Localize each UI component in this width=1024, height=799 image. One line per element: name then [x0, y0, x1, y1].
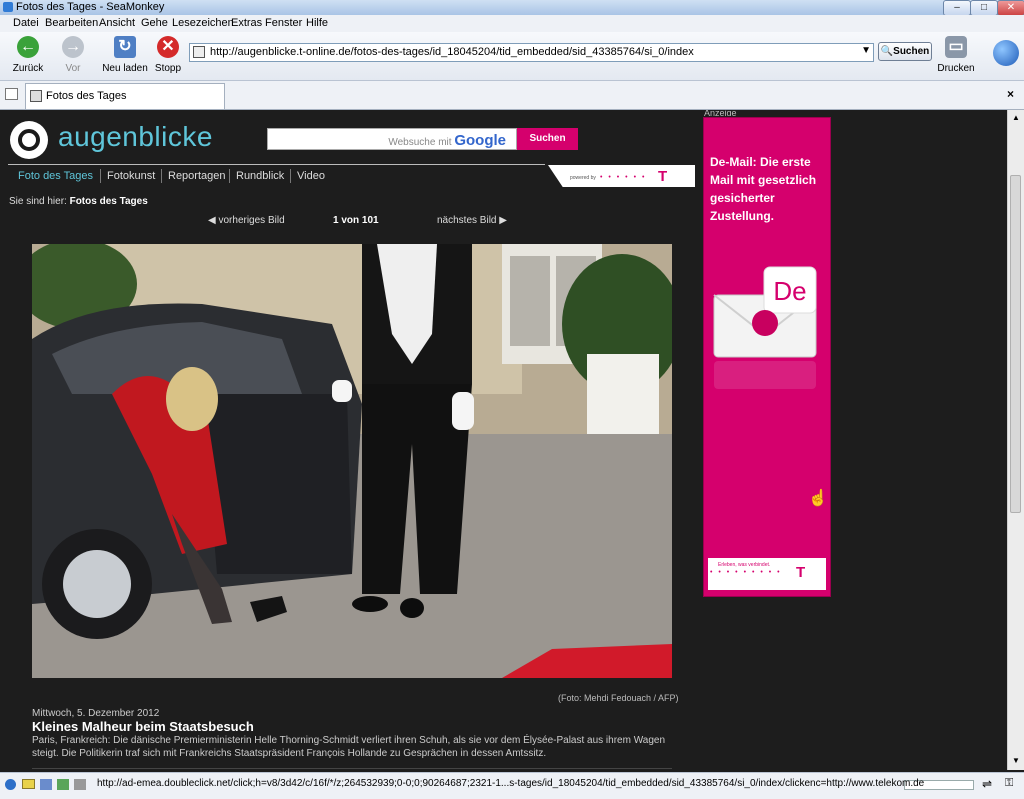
print-button[interactable]: ▭ Drucken [935, 34, 977, 76]
seamonkey-throbber-icon[interactable] [993, 40, 1019, 66]
menu-hilfe[interactable]: Hilfe [306, 17, 328, 29]
menu-datei[interactable]: Datei [13, 17, 39, 29]
websearch-label: Websuche mit [388, 137, 452, 148]
url-dropdown-icon[interactable]: ▼ [861, 45, 871, 56]
forward-button[interactable]: → Vor [55, 34, 91, 76]
photo-illustration [32, 244, 672, 678]
menu-bearbeiten[interactable]: Bearbeiten [45, 17, 98, 29]
menu-extras[interactable]: Extras [231, 17, 262, 29]
hand-cursor-icon: ☝ [808, 490, 828, 507]
image-counter: 1 von 101 [333, 215, 379, 226]
back-button[interactable]: ← Zurück [8, 34, 48, 76]
search-icon: 🔍 [880, 46, 894, 57]
site-nav: Foto des Tages Fotokunst Reportagen Rund… [8, 167, 548, 187]
nav-foto-des-tages[interactable]: Foto des Tages [18, 170, 93, 182]
close-tab-icon[interactable]: × [1007, 87, 1014, 101]
url-text: http://augenblicke.t-online.de/fotos-des… [210, 46, 694, 58]
stop-button[interactable]: ✕ Stopp [152, 34, 184, 76]
ad-headline[interactable]: De-Mail: Die erste Mail mit gesetzlich g… [710, 153, 830, 225]
site-search-button[interactable]: Suchen [517, 128, 578, 150]
article-headline: Kleines Malheur beim Staatsbesuch [32, 719, 254, 734]
photo-credit: (Foto: Mehdi Fedouach / AFP) [558, 693, 679, 703]
article-date: Mittwoch, 5. Dezember 2012 [32, 708, 160, 719]
new-tab-icon[interactable] [5, 88, 18, 100]
title-bar: Fotos des Tages - SeaMonkey – □ ✕ [0, 0, 1024, 16]
url-bar[interactable]: http://augenblicke.t-online.de/fotos-des… [189, 43, 874, 62]
websearch-input[interactable]: Websuche mit Google [267, 128, 517, 150]
page-favicon-icon [193, 46, 205, 58]
tab-fotos-des-tages[interactable]: Fotos des Tages [25, 83, 225, 109]
previous-image-link[interactable]: ◀ vorheriges Bild [208, 215, 285, 226]
maximize-button[interactable]: □ [970, 0, 998, 16]
stop-icon: ✕ [157, 36, 179, 58]
nav-reportagen[interactable]: Reportagen [168, 170, 226, 182]
menu-fenster[interactable]: Fenster [265, 17, 302, 29]
mail-icon[interactable] [22, 779, 35, 789]
nav-rundblick[interactable]: Rundblick [236, 170, 284, 182]
reload-button[interactable]: ↻ Neu laden [100, 34, 150, 76]
powered-by-telekom[interactable]: powered by • • • • • • T [548, 165, 695, 187]
article-body: Paris, Frankreich: Die dänische Premierm… [32, 735, 666, 759]
photo-of-the-day[interactable] [32, 244, 672, 678]
window-title: Fotos des Tages - SeaMonkey [16, 1, 165, 13]
online-plug-icon[interactable]: ⇌ [982, 777, 992, 791]
scroll-down-icon[interactable]: ▼ [1012, 756, 1020, 765]
menu-ansicht[interactable]: Ansicht [99, 17, 135, 29]
tab-favicon-icon [30, 90, 42, 102]
de-badge: De [773, 276, 806, 306]
forward-arrow-icon: → [62, 36, 84, 58]
menu-lesezeichen[interactable]: Lesezeichen [172, 17, 234, 29]
breadcrumb: Sie sind hier: Fotos des Tages [9, 196, 148, 207]
close-window-button[interactable]: ✕ [997, 0, 1024, 16]
telekom-t-icon: T [658, 168, 668, 185]
site-logo[interactable]: augenblicke [58, 121, 213, 153]
toolbar-search-button[interactable]: 🔍Suchen [878, 42, 932, 61]
scroll-up-icon[interactable]: ▲ [1012, 113, 1020, 122]
reload-icon: ↻ [114, 36, 136, 58]
minimize-button[interactable]: – [943, 0, 971, 16]
triangle-left-icon: ◀ [208, 215, 216, 226]
printer-icon: ▭ [945, 36, 967, 58]
triangle-right-icon: ▶ [499, 215, 507, 226]
ad-slogan: Erleben, was verbindet. [718, 562, 771, 568]
next-image-link[interactable]: nächstes Bild ▶ [437, 215, 507, 226]
envelope-icon: De [713, 266, 817, 389]
content-divider [32, 768, 672, 769]
ad-telekom-footer: Erleben, was verbindet. • • • • • • • • … [708, 558, 826, 590]
nav-fotokunst[interactable]: Fotokunst [107, 170, 155, 182]
status-url: http://ad-emea.doubleclick.net/click;h=v… [97, 778, 925, 789]
ad-label: Anzeige [704, 110, 737, 116]
augenblicke-logo-icon[interactable] [10, 121, 48, 159]
google-logo: Google [454, 132, 506, 149]
navigator-icon[interactable] [5, 779, 16, 790]
security-lock-icon[interactable]: ⚿ [1005, 777, 1013, 790]
chat-icon[interactable] [74, 779, 86, 790]
nav-video[interactable]: Video [297, 170, 325, 182]
seamonkey-icon [3, 2, 13, 12]
tab-label: Fotos des Tages [46, 90, 127, 102]
composer-icon[interactable] [40, 779, 52, 790]
breadcrumb-current[interactable]: Fotos des Tages [70, 196, 148, 207]
addressbook-icon[interactable] [57, 779, 69, 790]
back-arrow-icon: ← [17, 36, 39, 58]
nav-divider [8, 164, 545, 165]
menu-gehe[interactable]: Gehe [141, 17, 168, 29]
menu-bar: Datei Bearbeiten Ansicht Gehe Lesezeiche… [0, 15, 1024, 33]
ad-telekom-t-icon: T [796, 564, 806, 581]
scrollbar-thumb[interactable] [1010, 175, 1021, 513]
